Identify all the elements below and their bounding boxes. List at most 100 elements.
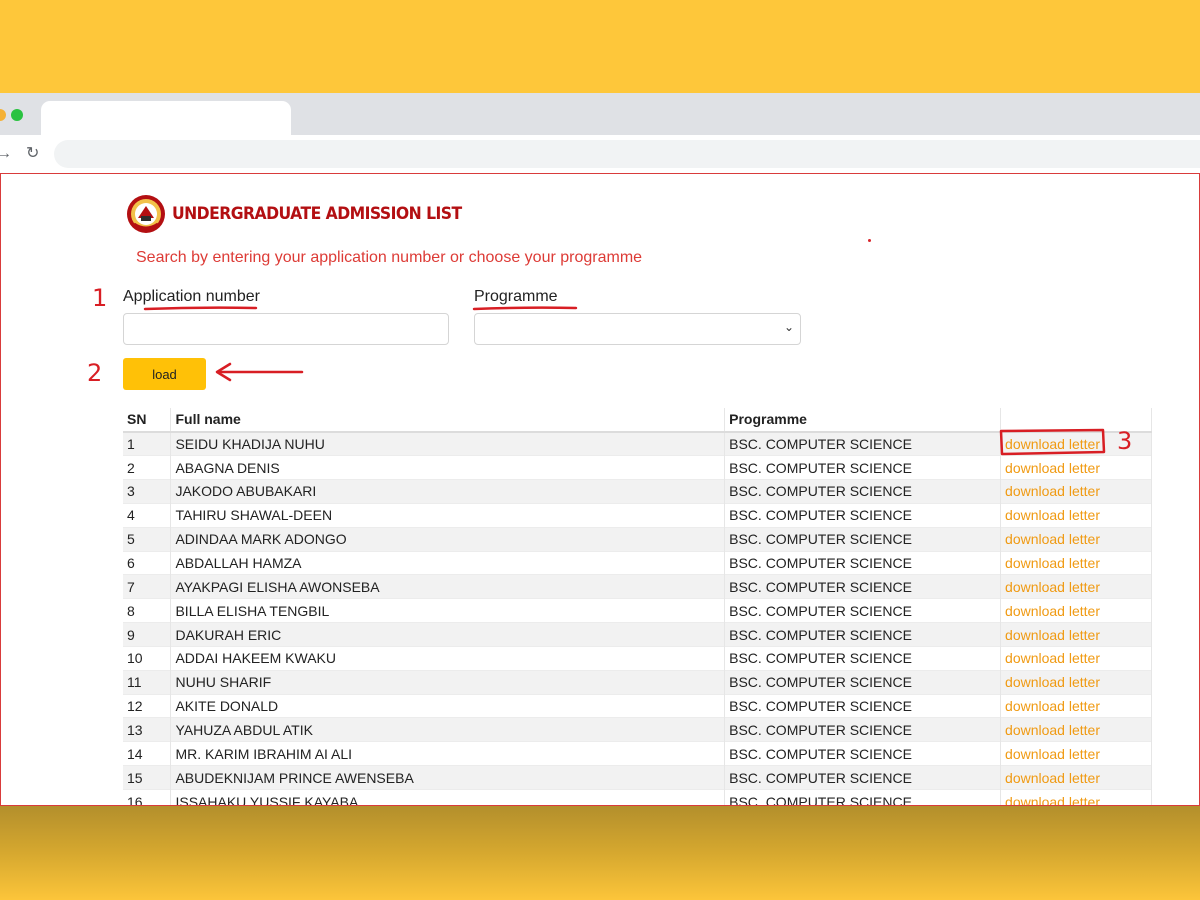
table-row: 1 SEIDU KHADIJA NUHU BSC. COMPUTER SCIENCE… [123, 431, 1152, 456]
table-row: 16 ISSAHAKU YUSSIF KAYABA BSC. COMPUTER SC… [123, 789, 1152, 805]
address-bar[interactable] [54, 140, 1200, 168]
cell-sn: 12 [123, 693, 172, 718]
cell-full-name: ADDAI HAKEEM KWAKU [170, 645, 726, 671]
download-letter-link[interactable]: download letter [1005, 722, 1100, 738]
reload-icon[interactable]: ↻ [26, 145, 39, 163]
table-row: 12 AKITE DONALD BSC. COMPUTER SCIENCE downl… [123, 693, 1152, 718]
cell-programme: BSC. COMPUTER SCIENCE [724, 741, 1002, 766]
cell-full-name: ABUDEKNIJAM PRINCE AWENSEBA [170, 765, 726, 790]
cell-sn: 5 [123, 526, 172, 552]
cell-sn: 2 [123, 455, 172, 480]
annotation-step-1: 1 [92, 284, 108, 312]
download-letter-link[interactable]: download letter [1005, 746, 1100, 762]
download-letter-link[interactable]: download letter [1005, 603, 1100, 619]
download-letter-link-cell: download letter [1000, 526, 1152, 552]
header-programme: Programme [724, 408, 1002, 433]
download-letter-link[interactable]: download letter [1005, 627, 1100, 643]
cell-full-name: YAHUZA ABDUL ATIK [170, 717, 726, 742]
download-letter-link-cell: download letter [1000, 789, 1152, 805]
download-letter-link-cell: download letter [1000, 645, 1152, 671]
cell-sn: 8 [123, 598, 172, 623]
annotation-step-3: 3 [1117, 427, 1133, 455]
download-letter-link-cell: download letter [1000, 574, 1152, 599]
forward-arrow-icon[interactable]: → [0, 145, 12, 163]
header-full-name: Full name [170, 408, 726, 433]
annotation-dot [868, 239, 871, 242]
download-letter-link-cell: download letter [1000, 550, 1152, 575]
download-letter-link[interactable]: download letter [1005, 531, 1100, 547]
cell-programme: BSC. COMPUTER SCIENCE [724, 765, 1002, 790]
cell-full-name: TAHIRU SHAWAL-DEEN [170, 502, 726, 528]
download-letter-link[interactable]: download letter [1005, 579, 1100, 595]
table-row: 7 AYAKPAGI ELISHA AWONSEBA BSC. COMPUTER S… [123, 574, 1152, 599]
download-letter-link[interactable]: download letter [1005, 674, 1100, 690]
download-letter-link-cell: download letter [1000, 502, 1152, 528]
cell-sn: 1 [123, 431, 172, 456]
download-letter-link-cell: download letter [1000, 455, 1152, 480]
table-row: 4 TAHIRU SHAWAL-DEEN BSC. COMPUTER SCIENCE… [123, 502, 1152, 528]
cell-programme: BSC. COMPUTER SCIENCE [724, 598, 1002, 623]
cell-full-name: MR. KARIM IBRAHIM AI ALI [170, 741, 726, 766]
download-letter-link-cell: download letter [1000, 669, 1152, 695]
cell-sn: 4 [123, 502, 172, 528]
chevron-down-icon: ⌄ [783, 320, 794, 334]
admission-table: SN Full name Programme 1 SEIDU KHADIJA NU… [123, 408, 1152, 805]
cell-full-name: DAKURAH ERIC [170, 622, 726, 647]
window-maximize-button[interactable] [11, 109, 23, 121]
table-row: 11 NUHU SHARIF BSC. COMPUTER SCIENCE downlo… [123, 669, 1152, 695]
table-row: 9 DAKURAH ERIC BSC. COMPUTER SCIENCE downlo… [123, 622, 1152, 647]
cell-sn: 3 [123, 479, 172, 504]
page-title: UNDERGRADUATE ADMISSION LIST [172, 204, 462, 224]
table-row: 8 BILLA ELISHA TENGBIL BSC. COMPUTER SCIEN… [123, 598, 1152, 623]
cell-programme: BSC. COMPUTER SCIENCE [724, 455, 1002, 480]
cell-full-name: AYAKPAGI ELISHA AWONSEBA [170, 574, 726, 599]
download-letter-link-cell: download letter [1000, 717, 1152, 742]
browser-tab[interactable] [41, 101, 291, 135]
load-button[interactable]: load [123, 358, 206, 390]
cell-programme: BSC. COMPUTER SCIENCE [724, 717, 1002, 742]
download-letter-link[interactable]: download letter [1005, 650, 1100, 666]
cell-programme: BSC. COMPUTER SCIENCE [724, 550, 1002, 575]
download-letter-link[interactable]: download letter [1005, 770, 1100, 786]
cell-full-name: AKITE DONALD [170, 693, 726, 718]
programme-label: Programme [474, 288, 558, 305]
cell-sn: 16 [123, 789, 172, 805]
cell-full-name: ADINDAA MARK ADONGO [170, 526, 726, 552]
table-header-row: SN Full name Programme [123, 408, 1152, 433]
search-instructions: Search by entering your application numb… [136, 249, 643, 266]
university-crest-logo [127, 195, 165, 233]
cell-full-name: BILLA ELISHA TENGBIL [170, 598, 726, 623]
cell-full-name: JAKODO ABUBAKARI [170, 479, 726, 504]
cell-sn: 10 [123, 645, 172, 671]
table-row: 14 MR. KARIM IBRAHIM AI ALI BSC. COMPUTER … [123, 741, 1152, 766]
cell-programme: BSC. COMPUTER SCIENCE [724, 431, 1002, 456]
table-row: 3 JAKODO ABUBAKARI BSC. COMPUTER SCIENCE do… [123, 479, 1152, 504]
download-letter-link[interactable]: download letter [1005, 460, 1100, 476]
cell-programme: BSC. COMPUTER SCIENCE [724, 574, 1002, 599]
application-number-input[interactable] [123, 313, 449, 345]
programme-select[interactable]: ⌄ [474, 313, 801, 345]
download-letter-link[interactable]: download letter [1005, 507, 1100, 523]
download-letter-link-cell: download letter [1000, 765, 1152, 790]
download-letter-link[interactable]: download letter [1005, 436, 1100, 452]
cell-programme: BSC. COMPUTER SCIENCE [724, 669, 1002, 695]
download-letter-link[interactable]: download letter [1005, 794, 1100, 805]
table-row: 15 ABUDEKNIJAM PRINCE AWENSEBA BSC. COMPUT… [123, 765, 1152, 790]
download-letter-link[interactable]: download letter [1005, 555, 1100, 571]
table-row: 5 ADINDAA MARK ADONGO BSC. COMPUTER SCIENC… [123, 526, 1152, 552]
cell-sn: 15 [123, 765, 172, 790]
download-letter-link[interactable]: download letter [1005, 698, 1100, 714]
download-letter-link-cell: download letter [1000, 693, 1152, 718]
cell-sn: 7 [123, 574, 172, 599]
cell-programme: BSC. COMPUTER SCIENCE [724, 526, 1002, 552]
download-letter-link-cell: download letter [1000, 598, 1152, 623]
table-row: 10 ADDAI HAKEEM KWAKU BSC. COMPUTER SCIENC… [123, 645, 1152, 671]
annotation-step-2: 2 [87, 359, 103, 387]
application-number-label: Application number [123, 288, 260, 305]
cell-full-name: ABDALLAH HAMZA [170, 550, 726, 575]
download-letter-link[interactable]: download letter [1005, 483, 1100, 499]
table-row: 2 ABAGNA DENIS BSC. COMPUTER SCIENCE downlo… [123, 455, 1152, 480]
background-bottom [0, 806, 1200, 900]
cell-programme: BSC. COMPUTER SCIENCE [724, 502, 1002, 528]
table-row: 6 ABDALLAH HAMZA BSC. COMPUTER SCIENCE down… [123, 550, 1152, 575]
